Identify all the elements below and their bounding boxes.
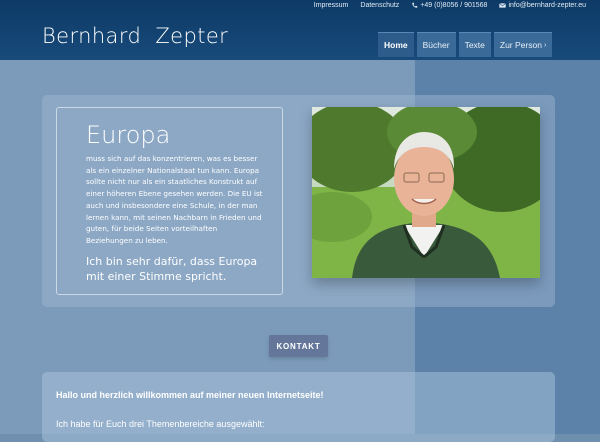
- email-address: info@bernhard-zepter.eu: [508, 2, 586, 9]
- portrait-photo: [312, 107, 540, 278]
- nav-item-zur-person[interactable]: Zur Person ›: [493, 32, 553, 57]
- nav-item-label: Home: [384, 40, 408, 50]
- welcome-card: [42, 372, 555, 442]
- email-contact[interactable]: info@bernhard-zepter.eu: [499, 2, 586, 9]
- nav-item-texte[interactable]: Texte: [458, 32, 491, 57]
- phone-icon: [412, 2, 418, 8]
- main-nav: Home Bücher Texte Zur Person ›: [378, 32, 553, 57]
- nav-item-buecher[interactable]: Bücher: [416, 32, 456, 57]
- welcome-heading: Hallo und herzlich willkommen auf meiner…: [56, 390, 324, 400]
- site-logo[interactable]: Bernhard Zepter: [42, 24, 228, 48]
- datenschutz-link[interactable]: Datenschutz: [360, 2, 399, 9]
- envelope-icon: [499, 3, 507, 8]
- phone-number: +49 (0)8056 / 901568: [420, 2, 488, 9]
- welcome-text: Ich habe für Euch drei Themenbereiche au…: [56, 419, 265, 429]
- chevron-right-icon: ›: [543, 41, 547, 49]
- nav-item-label: Zur Person: [499, 40, 542, 50]
- impressum-link[interactable]: Impressum: [314, 2, 349, 9]
- site-header: Impressum Datenschutz +49 (0)8056 / 9015…: [0, 0, 600, 60]
- hero-body: muss sich auf das konzentrieren, was es …: [86, 154, 263, 245]
- hero-quote: Ich bin sehr dafür, dass Europa mit eine…: [86, 255, 258, 283]
- hero-title: Europa: [86, 121, 171, 149]
- nav-item-label: Texte: [464, 40, 485, 50]
- top-bar: Impressum Datenschutz +49 (0)8056 / 9015…: [314, 2, 586, 9]
- nav-item-label: Bücher: [422, 40, 450, 50]
- phone-contact[interactable]: +49 (0)8056 / 901568: [411, 2, 487, 9]
- kontakt-button[interactable]: KONTAKT: [269, 335, 328, 357]
- nav-item-home[interactable]: Home: [378, 32, 414, 57]
